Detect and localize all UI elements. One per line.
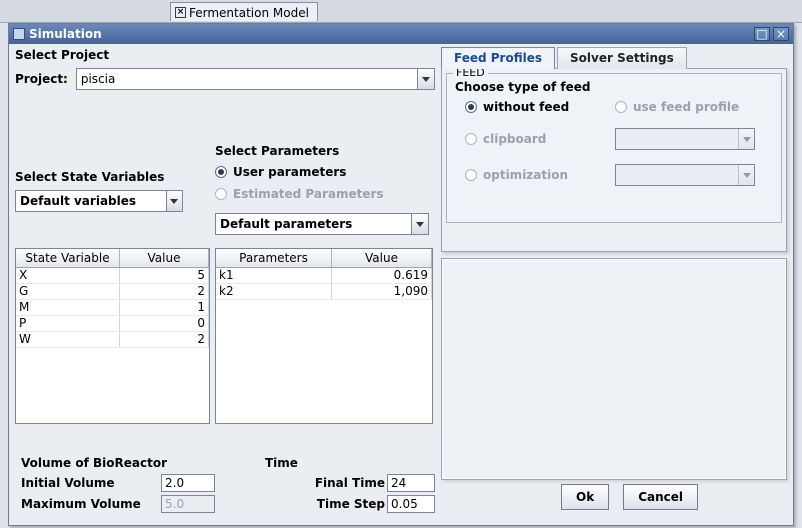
state-var-value: 1 [120, 300, 209, 315]
radio-clipboard: clipboard [465, 132, 615, 146]
state-var-value: 5 [120, 268, 209, 283]
radio-estimated-parameters-label: Estimated Parameters [233, 187, 384, 201]
parameters-combo[interactable] [215, 213, 429, 235]
cancel-button[interactable]: Cancel [623, 484, 698, 510]
radio-icon [215, 188, 227, 200]
optimization-combo-value [616, 165, 738, 185]
time-title: Time [265, 456, 435, 470]
right-empty-area [441, 258, 787, 480]
select-project-title: Select Project [15, 48, 435, 62]
chevron-down-icon[interactable] [166, 191, 182, 211]
maximize-button[interactable]: □ [754, 27, 770, 41]
maximize-icon: □ [756, 28, 767, 40]
maximum-volume-input [161, 495, 215, 513]
time-step-input[interactable] [387, 495, 435, 513]
state-var-name: P [16, 316, 120, 331]
state-var-name: G [16, 284, 120, 299]
radio-without-feed-label: without feed [483, 100, 569, 114]
state-vars-combo-value[interactable] [16, 191, 166, 211]
table-row[interactable]: P0 [16, 316, 209, 332]
project-combo-value[interactable] [77, 69, 417, 89]
ok-button[interactable]: Ok [561, 484, 609, 510]
param-table-col-name: Parameters [216, 249, 332, 267]
optimization-combo [615, 164, 755, 186]
clipboard-combo-value [616, 129, 738, 149]
table-row[interactable]: M1 [16, 300, 209, 316]
volume-title: Volume of BioReactor [21, 456, 249, 470]
radio-clipboard-label: clipboard [483, 132, 546, 146]
state-var-value: 0 [120, 316, 209, 331]
state-var-name: M [16, 300, 120, 315]
feed-profiles-panel: FEED Choose type of feed without feed us… [441, 68, 787, 252]
titlebar[interactable]: Simulation □ × [9, 24, 793, 44]
radio-optimization: optimization [465, 168, 615, 182]
chevron-down-icon[interactable] [411, 214, 428, 234]
state-var-value: 2 [120, 332, 209, 347]
state-variables-table: State Variable Value X5G2M1P0W2 [15, 248, 210, 424]
radio-optimization-label: optimization [483, 168, 568, 182]
radio-use-feed-profile-label: use feed profile [633, 100, 739, 114]
state-vars-combo[interactable] [15, 190, 183, 212]
project-combo[interactable] [76, 68, 435, 90]
radio-icon [215, 166, 227, 178]
state-var-name: W [16, 332, 120, 347]
parameters-combo-value[interactable] [216, 214, 411, 234]
final-time-label: Final Time [315, 476, 385, 490]
initial-volume-label: Initial Volume [21, 476, 161, 490]
tab-feed-profiles[interactable]: Feed Profiles [441, 47, 555, 69]
select-parameters-title: Select Parameters [215, 144, 435, 158]
radio-icon [465, 101, 477, 113]
choose-feed-label: Choose type of feed [455, 80, 773, 94]
radio-icon [465, 169, 477, 181]
table-row[interactable]: X5 [16, 268, 209, 284]
right-tabs: Feed Profiles Solver Settings [441, 46, 787, 68]
state-table-col-name: State Variable [16, 249, 120, 267]
volume-frame: Volume of BioReactor Initial Volume Maxi… [15, 456, 255, 517]
radio-icon [615, 101, 627, 113]
radio-user-parameters[interactable]: User parameters [215, 165, 346, 179]
state-var-value: 2 [120, 284, 209, 299]
parameters-table: Parameters Value k10.619k21,090 [215, 248, 433, 424]
feed-fieldset: FEED Choose type of feed without feed us… [446, 73, 782, 223]
param-value: 1,090 [332, 284, 432, 299]
maximum-volume-label: Maximum Volume [21, 497, 161, 511]
time-step-label: Time Step [317, 497, 385, 511]
document-tab-fermentation-model[interactable]: × Fermentation Model [170, 2, 318, 21]
close-button[interactable]: × [773, 27, 789, 41]
close-icon: × [776, 28, 786, 40]
window-title: Simulation [29, 27, 102, 41]
document-tab-label: Fermentation Model [189, 6, 309, 20]
select-state-vars-title: Select State Variables [15, 170, 205, 184]
table-row[interactable]: k10.619 [216, 268, 432, 284]
chevron-down-icon [738, 165, 754, 185]
window-icon [13, 28, 25, 40]
radio-icon [465, 133, 477, 145]
radio-user-parameters-label: User parameters [233, 165, 346, 179]
clipboard-combo [615, 128, 755, 150]
table-row[interactable]: W2 [16, 332, 209, 348]
state-var-name: X [16, 268, 120, 283]
table-row[interactable]: G2 [16, 284, 209, 300]
param-name: k2 [216, 284, 332, 299]
simulation-window: Simulation □ × Select Project Project: S… [8, 23, 794, 526]
close-icon[interactable]: × [175, 7, 186, 18]
project-label: Project: [15, 72, 68, 86]
document-tabbar: × Fermentation Model [0, 0, 802, 23]
final-time-input[interactable] [387, 474, 435, 492]
initial-volume-input[interactable] [161, 474, 215, 492]
chevron-down-icon [738, 129, 754, 149]
param-value: 0.619 [332, 268, 432, 283]
chevron-down-icon[interactable] [417, 69, 434, 89]
radio-use-feed-profile: use feed profile [615, 100, 773, 114]
table-row[interactable]: k21,090 [216, 284, 432, 300]
radio-without-feed[interactable]: without feed [465, 100, 615, 114]
state-table-col-value: Value [120, 249, 209, 267]
tab-solver-settings[interactable]: Solver Settings [557, 47, 687, 69]
param-name: k1 [216, 268, 332, 283]
radio-estimated-parameters: Estimated Parameters [215, 187, 384, 201]
param-table-col-value: Value [332, 249, 432, 267]
